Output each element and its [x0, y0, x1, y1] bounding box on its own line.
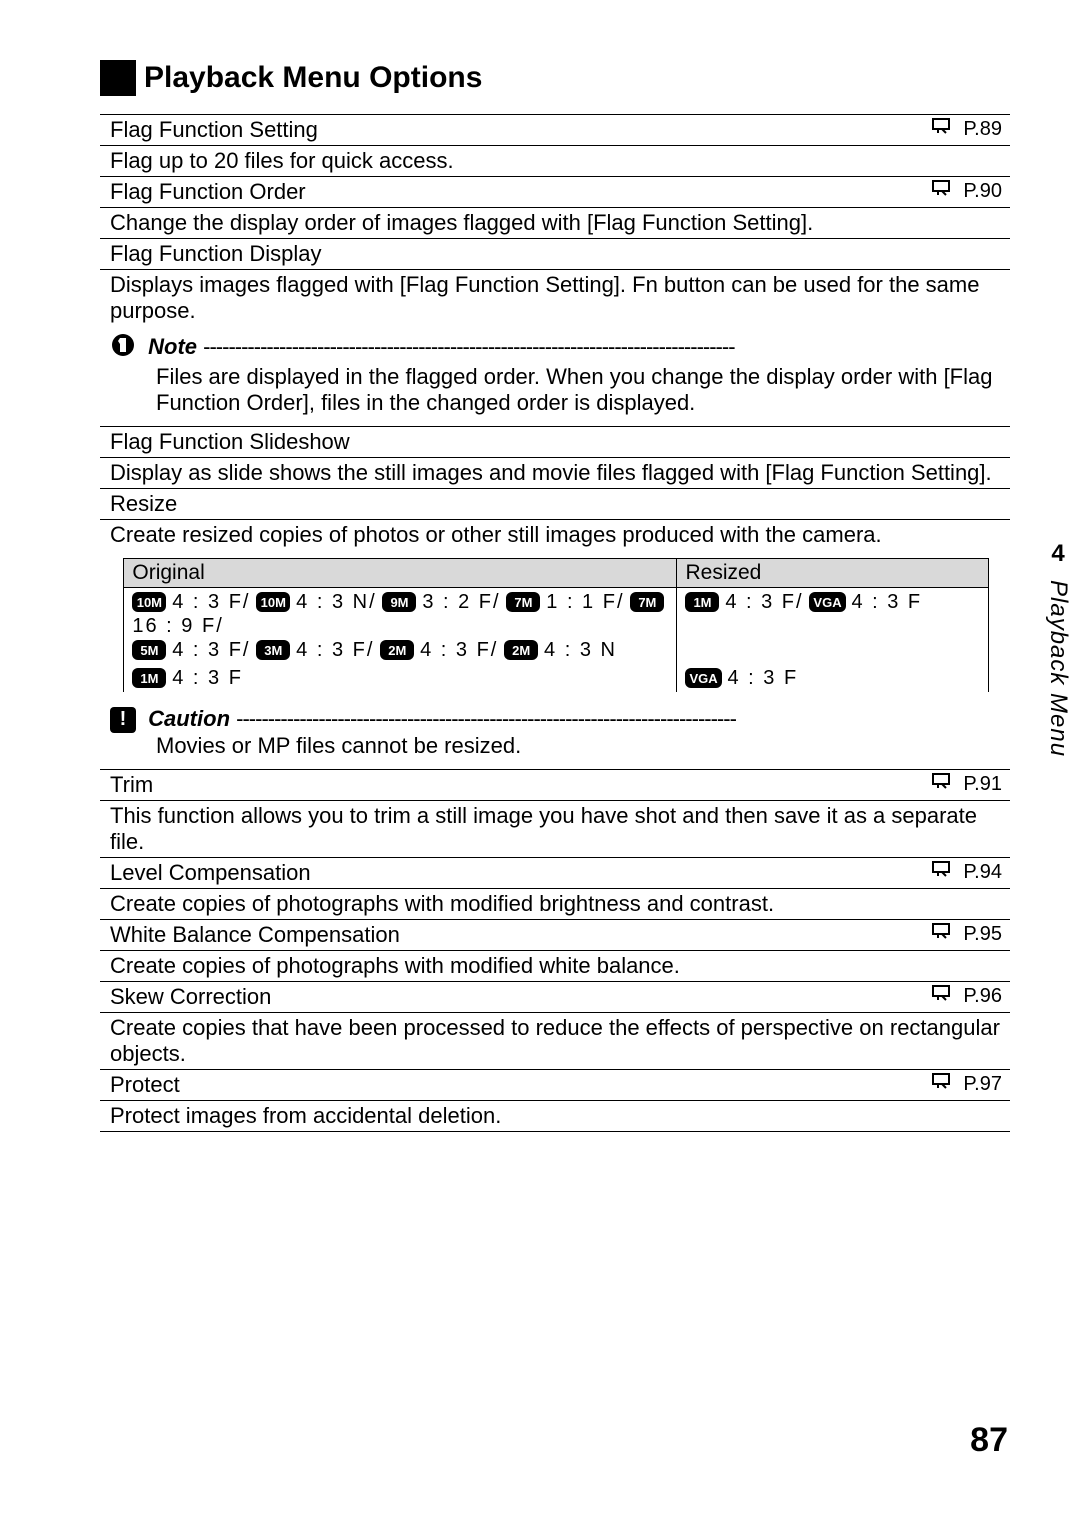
resize-row-original: 1M 4 : 3 F	[124, 664, 677, 692]
option-desc: Flag up to 20 files for quick access.	[110, 148, 454, 173]
resize-row-resized: VGA 4 : 3 F	[677, 664, 988, 692]
option-desc: Create resized copies of photos or other…	[110, 522, 882, 547]
option-title: Flag Function Display	[110, 241, 322, 266]
crossref-icon	[931, 179, 959, 203]
section-heading: Playback Menu Options	[100, 60, 1010, 96]
chapter-number: 4	[1051, 540, 1064, 568]
megapixel-badge: 10M	[256, 592, 290, 612]
caution-label: Caution	[148, 706, 230, 731]
option-title: Level Compensation	[110, 860, 311, 885]
aspect-ratio: 4 : 3 F	[728, 667, 799, 689]
page-ref-text: P.94	[963, 861, 1002, 884]
option-title: Flag Function Order	[110, 179, 306, 204]
page-ref: P.96	[931, 984, 1002, 1008]
aspect-ratio: 4 : 3 F	[172, 667, 243, 689]
page-ref: P.91	[931, 772, 1002, 796]
page-ref-text: P.96	[963, 985, 1002, 1008]
page-ref: P.97	[931, 1072, 1002, 1096]
caution-icon	[110, 707, 136, 733]
caution-body: Movies or MP files cannot be resized.	[156, 733, 1002, 759]
aspect-ratio: 1 : 1 F/	[546, 591, 624, 613]
page-number: 87	[970, 1421, 1008, 1460]
note-body: Files are displayed in the flagged order…	[156, 364, 1002, 416]
aspect-ratio: 4 : 3 F/	[172, 639, 250, 661]
page-ref: P.94	[931, 860, 1002, 884]
heading-marker	[100, 60, 136, 96]
aspect-ratio: 4 : 3 F/	[296, 639, 374, 661]
caution-block: Caution --------------------------------…	[110, 702, 1002, 767]
option-title: Trim	[110, 772, 153, 797]
megapixel-badge: 7M	[506, 592, 540, 612]
resize-row-resized: 1M 4 : 3 F/ VGA 4 : 3 F	[677, 588, 988, 665]
megapixel-badge: 2M	[504, 640, 538, 660]
aspect-ratio: 4 : 3 F/	[725, 591, 803, 613]
resize-header-original: Original	[124, 559, 677, 588]
aspect-ratio: 16 : 9 F/	[132, 615, 223, 637]
crossref-icon	[931, 1072, 959, 1096]
page-ref-text: P.90	[963, 180, 1002, 203]
page-ref: P.90	[931, 179, 1002, 203]
megapixel-badge: 3M	[256, 640, 290, 660]
option-desc: Protect images from accidental deletion.	[110, 1103, 501, 1128]
aspect-ratio: 4 : 3 N/	[296, 591, 376, 613]
megapixel-badge: 1M	[132, 668, 166, 688]
megapixel-badge: 7M	[630, 592, 664, 612]
option-title: White Balance Compensation	[110, 922, 400, 947]
chapter-label: Playback Menu	[1044, 580, 1072, 757]
megapixel-badge: 1M	[685, 592, 719, 612]
aspect-ratio: 4 : 3 N	[544, 639, 617, 661]
crossref-icon	[931, 922, 959, 946]
option-desc: Create copies that have been processed t…	[110, 1015, 1000, 1066]
heading-text: Playback Menu Options	[144, 61, 482, 95]
option-desc: Create copies of photographs with modifi…	[110, 891, 774, 916]
option-desc: Change the display order of images flagg…	[110, 210, 813, 235]
page-ref: P.95	[931, 922, 1002, 946]
aspect-ratio: 4 : 3 F	[851, 591, 922, 613]
crossref-icon	[931, 117, 959, 141]
megapixel-badge: VGA	[685, 668, 721, 688]
megapixel-badge: 10M	[132, 592, 166, 612]
resize-table: Original Resized 10M 4 : 3 F/ 10M 4 : 3 …	[123, 558, 988, 692]
crossref-icon	[931, 984, 959, 1008]
page-ref: P.89	[931, 117, 1002, 141]
page-ref-text: P.89	[963, 118, 1002, 141]
note-icon	[110, 332, 136, 364]
aspect-ratio: 4 : 3 F/	[420, 639, 498, 661]
resize-header-resized: Resized	[677, 559, 988, 588]
megapixel-badge: 9M	[382, 592, 416, 612]
page-ref-text: P.97	[963, 1073, 1002, 1096]
option-desc: Displays images flagged with [Flag Funct…	[110, 272, 979, 323]
crossref-icon	[931, 860, 959, 884]
resize-row-original: 10M 4 : 3 F/ 10M 4 : 3 N/ 9M 3 : 2 F/ 7M…	[124, 588, 677, 665]
options-table: Flag Function Setting P.89 Flag up to 20…	[100, 114, 1010, 1132]
aspect-ratio: 3 : 2 F/	[422, 591, 500, 613]
page-ref-text: P.95	[963, 923, 1002, 946]
page-ref-text: P.91	[963, 773, 1002, 796]
megapixel-badge: 2M	[380, 640, 414, 660]
option-title: Skew Correction	[110, 984, 271, 1009]
aspect-ratio: 4 : 3 F/	[172, 591, 250, 613]
option-title: Flag Function Slideshow	[110, 429, 350, 454]
option-desc: Display as slide shows the still images …	[110, 460, 992, 485]
crossref-icon	[931, 772, 959, 796]
note-block: Note -----------------------------------…	[110, 328, 1002, 424]
option-title: Flag Function Setting	[110, 117, 318, 142]
megapixel-badge: 5M	[132, 640, 166, 660]
option-title: Resize	[110, 491, 177, 516]
option-title: Protect	[110, 1072, 180, 1097]
option-desc: Create copies of photographs with modifi…	[110, 953, 680, 978]
note-label: Note	[148, 334, 197, 359]
option-desc: This function allows you to trim a still…	[110, 803, 977, 854]
side-tab: 4 Playback Menu	[1044, 540, 1072, 757]
megapixel-badge: VGA	[809, 592, 845, 612]
